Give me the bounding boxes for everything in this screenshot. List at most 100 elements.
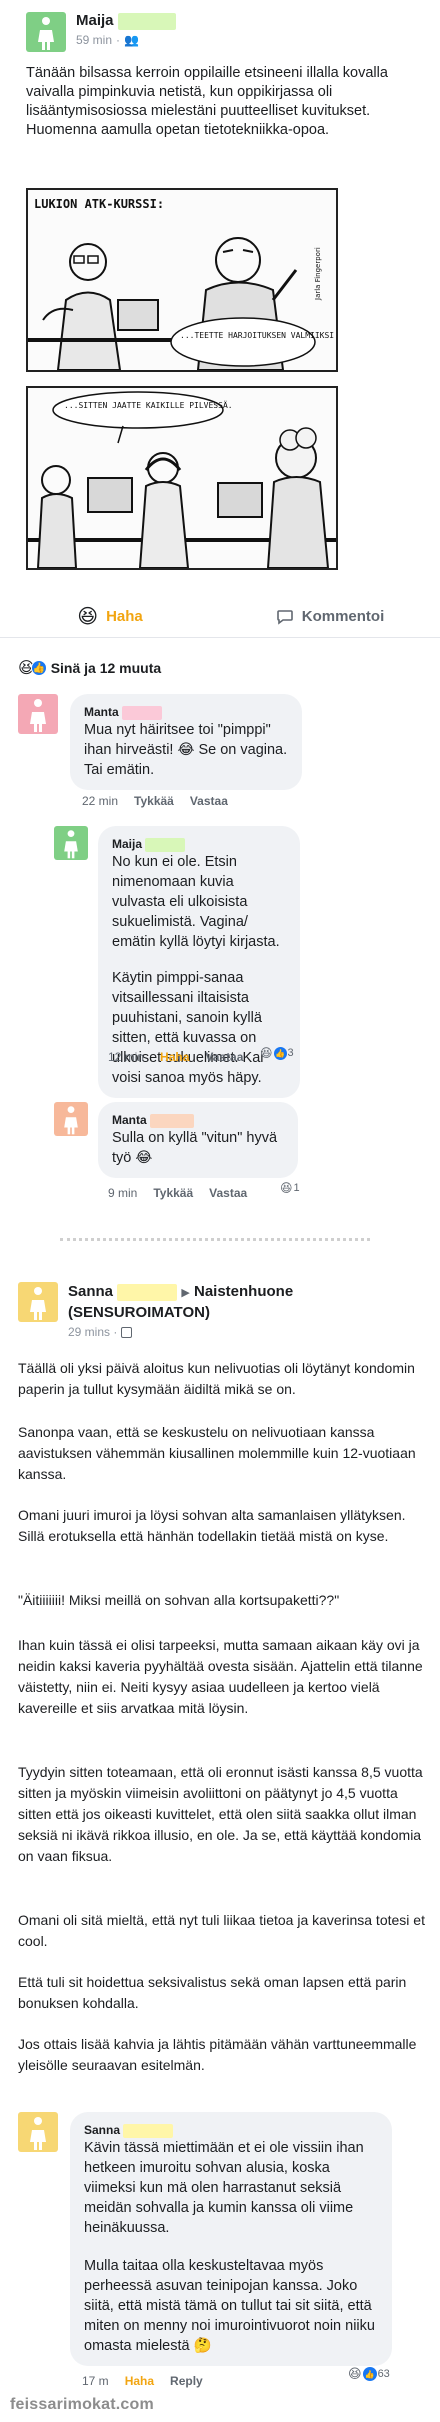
avatar[interactable] [54,826,88,860]
laughing-emoji-icon: 😆 [280,1181,293,1195]
friends-icon: 👥 [124,32,139,47]
reactions-summary[interactable]: 😆 👍 Sinä ja 12 muuta [18,658,161,678]
comment-actions: 9 min Tykkää Vastaa [108,1186,247,1200]
comment-author[interactable]: Manta [84,705,119,719]
reply-link[interactable]: Reply [170,2374,203,2388]
comment-text: Mua nyt häiritsee toi "pimppi" ihan hirv… [84,722,288,778]
reply-link[interactable]: Vastaa [209,1186,247,1200]
comment-reactions-badge[interactable]: 😆 👍 3 [260,1046,294,1060]
comment-time[interactable]: 9 min [108,1186,137,1200]
like-thumb-icon: 👍 [273,1046,287,1060]
comic-signature: Jarla Fingerpori [314,247,322,301]
comic-drawing: LUKION ATK-KURSSI: ...TEETTE HARJOITUKSE… [28,197,336,370]
comic-speech-1: ...TEETTE HARJOITUKSEN VALMIIKSI VIIKON-… [180,331,336,340]
comment-text-part1: No kun ei ole. Etsin nimenomaan kuvia vu… [112,854,280,950]
female-figure-icon [64,830,78,859]
post2-paragraph: Että tuli sit hoidettua seksivalistus se… [18,1974,407,2011]
redacted-surname [150,1113,195,1128]
post-text: Tänään bilsassa kerroin oppilaille etsin… [26,65,388,138]
comment-author[interactable]: Maija [112,837,142,851]
comment-author[interactable]: Sanna [84,2123,120,2137]
avatar[interactable] [18,694,58,734]
haha-link[interactable]: Haha [125,2374,154,2388]
comment-actions: 12 min Haha Vastaa [108,1050,243,1064]
laughing-emoji-icon: 😆 [260,1046,273,1060]
avatar[interactable] [26,12,66,52]
comment-item: Manta Mua nyt häiritsee toi "pimppi" iha… [18,694,302,790]
post2-paragraph: Täällä oli yksi päivä aloitus kun nelivu… [18,1360,415,1397]
comment-reactions-badge[interactable]: 😆 👍 63 [348,2366,390,2382]
author-name[interactable]: Maija [76,12,114,29]
post2-paragraph: Jos ottais lisää kahvia ja lähtis pitämä… [18,2036,417,2073]
comment-text: Sulla on kyllä "vitun" hyvä työ 😂 [112,1130,278,1166]
post2-paragraph: Omani oli sitä mieltä, että nyt tuli lii… [18,1912,425,1949]
group-icon [121,1326,133,1338]
female-figure-icon [30,1287,46,1320]
comment-time[interactable]: 17 m [82,2374,109,2388]
arrow-right-icon: ▶ [181,1287,190,1299]
redacted-surname [123,2123,174,2138]
like-link[interactable]: Tykkää [153,1186,193,1200]
comic-panel-2[interactable]: ...SITTEN JAATTE KAIKILLE PILVESSÄ. [26,386,338,570]
haha-button[interactable]: 😆 Haha [0,604,220,629]
comment-bubble[interactable]: Manta Sulla on kyllä "vitun" hyvä työ 😂 [98,1102,298,1178]
redacted-surname [117,1283,178,1301]
comment-reactions-badge[interactable]: 😆 1 [280,1181,300,1195]
reactions-summary-text: Sinä ja 12 muuta [50,660,162,676]
post2-paragraph: "Äitiiiiiii! Miksi meillä on sohvan alla… [18,1592,340,1608]
comic-caption: LUKION ATK-KURSSI: [34,197,164,211]
watermark-footer: feissarimokat.com [10,2396,154,2413]
laughing-emoji-icon: 😆 [348,2366,362,2381]
comment-label: Kommentoi [301,608,385,625]
like-thumb-icon: 👍 [30,660,47,676]
avatar[interactable] [54,1102,88,1136]
laughing-emoji-icon: 😆 [77,606,99,628]
comment-time[interactable]: 22 min [82,794,118,808]
comment-time[interactable]: 12 min [108,1050,144,1064]
female-figure-icon [30,2117,46,2150]
comment-actions: 22 min Tykkää Vastaa [82,794,228,808]
post2-header: Sanna ▶ Naistenhuone (SENSUROIMATON) 29 … [18,1282,408,1339]
comment-bubble[interactable]: Sanna Kävin tässä miettimään et ei ole v… [70,2112,392,2366]
post2-paragraph: Omani juuri imuroi ja löysi sohvan alta … [18,1507,406,1544]
comment-text-part2: Mulla taitaa olla keskusteltavaa myös pe… [84,2258,375,2354]
female-figure-icon [38,17,54,50]
post1-action-bar: 😆 Haha Kommentoi [0,596,440,638]
comic-speech-2: ...SITTEN JAATTE KAIKILLE PILVESSÄ. [64,400,233,410]
post-separator [60,1238,370,1241]
post2-paragraph: Sanonpa vaan, että se keskustelu on neli… [18,1424,416,1482]
comic-drawing: ...SITTEN JAATTE KAIKILLE PILVESSÄ. [28,391,336,568]
comment-reply-item: Manta Sulla on kyllä "vitun" hyvä työ 😂 [54,1102,298,1178]
reaction-count: 63 [377,2368,390,2380]
redacted-surname [145,837,186,852]
redacted-surname [117,12,176,30]
reaction-count: 1 [293,1182,300,1194]
comment-bubble-icon [276,609,293,625]
avatar[interactable] [18,2112,58,2152]
post-time[interactable]: 59 min [76,33,112,47]
comment-button[interactable]: Kommentoi [220,608,440,626]
comment-bubble[interactable]: Manta Mua nyt häiritsee toi "pimppi" iha… [70,694,302,790]
comic-panel-1[interactable]: LUKION ATK-KURSSI: ...TEETTE HARJOITUKSE… [26,188,338,372]
haha-link[interactable]: Haha [160,1050,189,1064]
reply-link[interactable]: Vastaa [205,1050,243,1064]
post-time[interactable]: 29 mins · [68,1325,117,1339]
post2-paragraph: Tyydyin sitten toteamaan, että oli eronn… [18,1764,423,1864]
comment-text-part1: Kävin tässä miettimään et ei ole vissiin… [84,2140,364,2236]
haha-label: Haha [106,608,143,625]
redacted-surname [122,705,163,720]
reply-link[interactable]: Vastaa [190,794,228,808]
like-link[interactable]: Tykkää [134,794,174,808]
comment-actions: 17 m Haha Reply [82,2374,203,2388]
female-figure-icon [64,1106,78,1135]
comment-text-part2: Käytin pimppi-sanaa vitsaillessani iltai… [112,970,264,1086]
post1-header: Maija 59 min · 👥 [26,12,176,52]
avatar[interactable] [18,1282,58,1322]
female-figure-icon [30,699,46,732]
comment-item: Sanna Kävin tässä miettimään et ei ole v… [18,2112,392,2366]
author-name[interactable]: Sanna [68,1283,113,1300]
reaction-count: 3 [287,1047,294,1059]
post2-paragraph: Ihan kuin tässä ei olisi tarpeeksi, mutt… [18,1637,423,1716]
like-thumb-icon: 👍 [362,2367,377,2381]
comment-author[interactable]: Manta [112,1113,147,1127]
